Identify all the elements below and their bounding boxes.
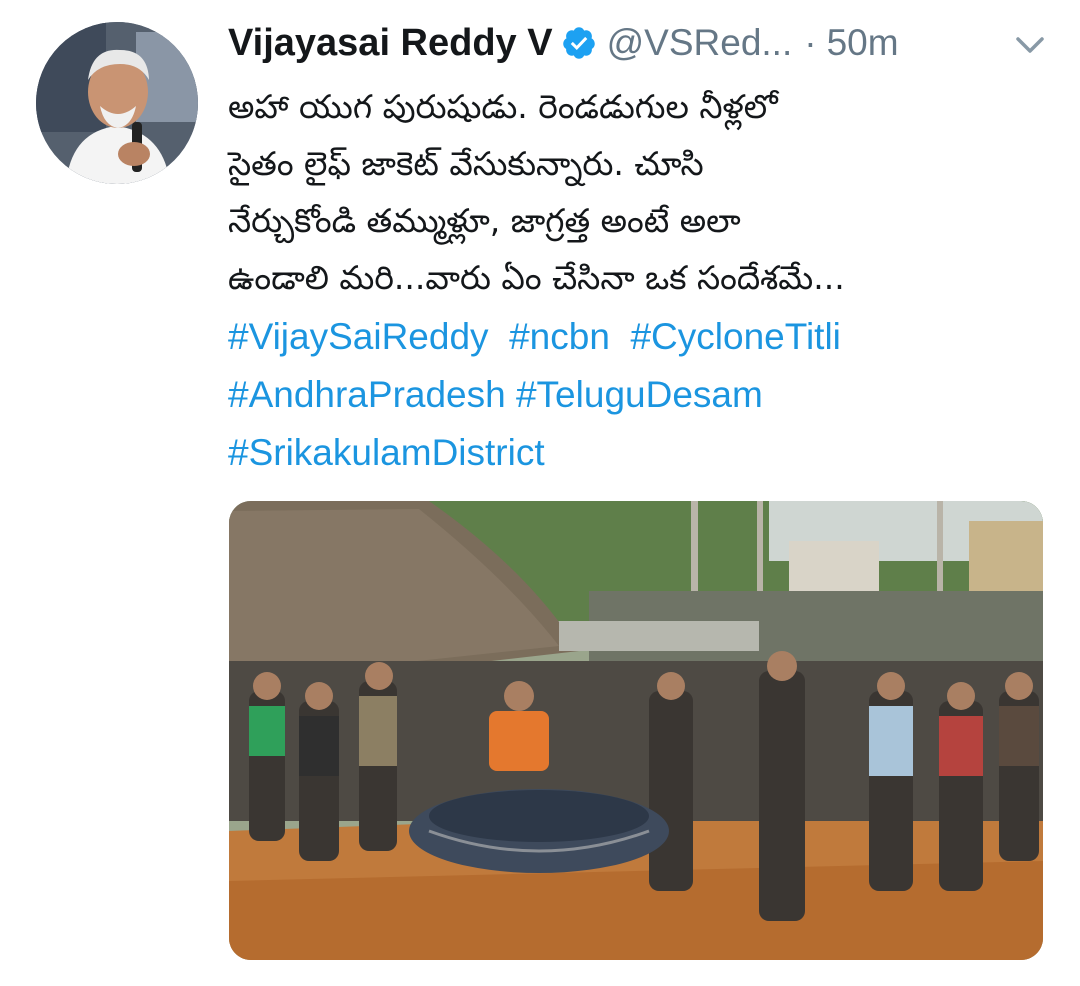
tweet-text-line: సైతం లైఫ్ జాకెట్ వేసుకున్నారు. చూసి [228,144,704,183]
hashtag-link[interactable]: #AndhraPradesh [228,374,506,415]
verified-badge-icon [561,25,597,61]
display-name[interactable]: Vijayasai Reddy V [228,22,553,65]
chevron-down-icon[interactable] [1010,30,1050,60]
hashtag-link[interactable]: #TeluguDesam [516,374,763,415]
tweet-card: Vijayasai Reddy V @VSRed... · 50m అహా యు… [0,0,1080,986]
hashtag-link[interactable]: #VijaySaiReddy [228,316,489,357]
timestamp[interactable]: 50m [827,22,899,64]
tweet-text-line: అహా యుగ పురుషుడు. రెండడుగుల నీళ్లలో [228,87,778,126]
hashtag-block: #VijaySaiReddy #ncbn #CycloneTitli #Andh… [228,308,1058,482]
hashtag-line: #VijaySaiReddy #ncbn #CycloneTitli [228,308,1058,366]
hashtag-line: #SrikakulamDistrict [228,424,1058,482]
handle[interactable]: @VSRed... [607,22,793,64]
separator: · [804,22,817,63]
tweet-text: అహా యుగ పురుషుడు. రెండడుగుల నీళ్లలో సైతం… [228,78,1058,306]
tweet-text-line: ఉండాలి మరి...వారు ఏం చేసినా ఒక సందేశమే..… [228,258,845,297]
hashtag-line: #AndhraPradesh #TeluguDesam [228,366,1058,424]
tweet-photo[interactable] [229,501,1043,960]
hashtag-link[interactable]: #SrikakulamDistrict [228,432,545,473]
tweet-text-line: నేర్చుకోండి తమ్ముళ్లూ, జాగ్రత్త అంటే అలా [228,201,741,240]
hashtag-link[interactable]: #CycloneTitli [630,316,840,357]
hashtag-link[interactable]: #ncbn [509,316,610,357]
avatar[interactable] [36,22,198,184]
tweet-header: Vijayasai Reddy V @VSRed... · 50m [228,18,899,68]
